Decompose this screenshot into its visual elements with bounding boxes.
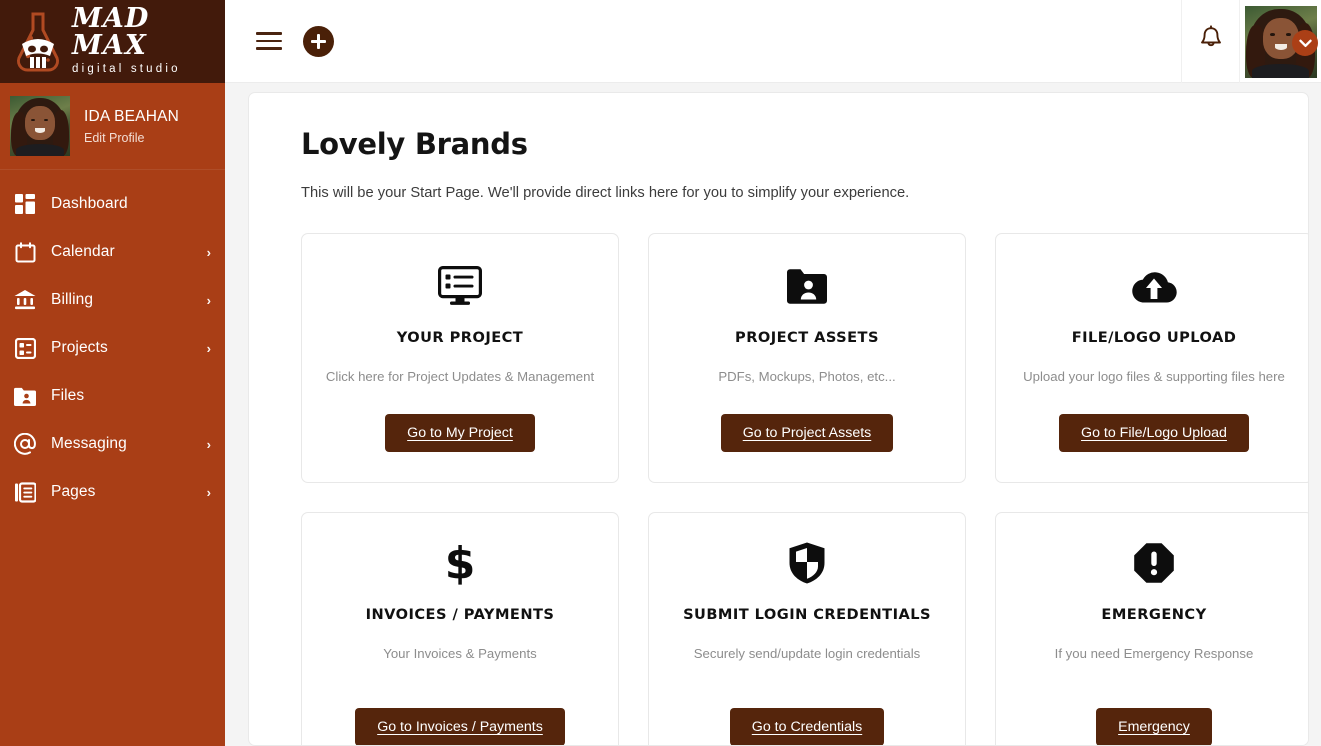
card-description: PDFs, Mockups, Photos, etc... bbox=[718, 369, 896, 384]
sidebar-item-messaging[interactable]: Messaging › bbox=[0, 420, 225, 468]
go-to-project-assets-button[interactable]: Go to Project Assets bbox=[720, 414, 894, 452]
main-region: Lovely Brands This will be your Start Pa… bbox=[225, 0, 1321, 746]
card-title: PROJECT ASSETS bbox=[735, 329, 879, 346]
card-description: Your Invoices & Payments bbox=[383, 646, 537, 661]
card-emergency[interactable]: EMERGENCY If you need Emergency Response… bbox=[995, 512, 1308, 745]
go-to-invoices-payments-button[interactable]: Go to Invoices / Payments bbox=[355, 708, 565, 745]
card-file-logo-upload[interactable]: FILE/LOGO UPLOAD Upload your logo files … bbox=[995, 233, 1308, 483]
card-description: If you need Emergency Response bbox=[1054, 646, 1254, 661]
brand-logo[interactable]: MAD MAX digital studio bbox=[0, 0, 225, 83]
profile-name: IDA BEAHAN bbox=[84, 107, 180, 125]
start-page-panel: Lovely Brands This will be your Start Pa… bbox=[248, 92, 1309, 746]
topbar-actions bbox=[1181, 0, 1321, 83]
sidebar-item-calendar[interactable]: Calendar › bbox=[0, 228, 225, 276]
sidebar-item-projects[interactable]: Projects › bbox=[0, 324, 225, 372]
flask-skull-logo-icon bbox=[10, 8, 66, 76]
page-title: Lovely Brands bbox=[301, 127, 528, 161]
page-subtitle: This will be your Start Page. We'll prov… bbox=[301, 185, 910, 201]
card-description: Click here for Project Updates & Managem… bbox=[325, 369, 595, 384]
plus-icon[interactable] bbox=[303, 25, 334, 57]
dollar-sign-icon: $ bbox=[445, 537, 475, 589]
bank-icon bbox=[13, 288, 37, 312]
chevron-right-icon: › bbox=[206, 484, 211, 500]
dashboard-grid-icon bbox=[13, 192, 37, 216]
logo-subtext: digital studio bbox=[72, 63, 181, 76]
at-sign-icon bbox=[13, 432, 37, 456]
sidebar-item-label: Files bbox=[51, 387, 85, 404]
folder-user-icon bbox=[787, 260, 827, 312]
notification-bell-icon bbox=[1198, 25, 1224, 58]
avatar bbox=[10, 96, 70, 156]
logo-text: MAD MAX bbox=[72, 3, 150, 62]
pages-icon bbox=[13, 480, 37, 504]
card-project-assets[interactable]: PROJECT ASSETS PDFs, Mockups, Photos, et… bbox=[648, 233, 966, 483]
chevron-right-icon: › bbox=[206, 340, 211, 356]
topbar bbox=[225, 0, 1321, 83]
go-to-file-logo-upload-button[interactable]: Go to File/Logo Upload bbox=[1059, 414, 1249, 452]
monitor-list-icon bbox=[438, 260, 482, 312]
card-invoices-payments[interactable]: $ INVOICES / PAYMENTS Your Invoices & Pa… bbox=[301, 512, 619, 745]
sidebar-item-label: Projects bbox=[51, 339, 108, 356]
sidebar-item-label: Calendar bbox=[51, 243, 115, 260]
shortcut-card-grid: YOUR PROJECT Click here for Project Upda… bbox=[301, 233, 1308, 745]
folder-user-icon bbox=[13, 384, 37, 408]
card-title: INVOICES / PAYMENTS bbox=[365, 606, 555, 623]
cloud-upload-icon bbox=[1130, 260, 1178, 312]
notifications-button[interactable] bbox=[1181, 0, 1239, 83]
card-submit-login-credentials[interactable]: SUBMIT LOGIN CREDENTIALS Securely send/u… bbox=[648, 512, 966, 745]
sidebar-nav: Dashboard Calendar › Billing › Projects … bbox=[0, 170, 225, 516]
svg-text:$: $ bbox=[445, 540, 475, 586]
sidebar-item-pages[interactable]: Pages › bbox=[0, 468, 225, 516]
card-title: FILE/LOGO UPLOAD bbox=[1071, 329, 1237, 346]
add-button[interactable] bbox=[282, 25, 334, 57]
shield-icon bbox=[788, 537, 826, 589]
sidebar-profile[interactable]: IDA BEAHAN Edit Profile bbox=[0, 83, 225, 170]
sidebar-item-files[interactable]: Files bbox=[0, 372, 225, 420]
projects-list-icon bbox=[13, 336, 37, 360]
chevron-right-icon: › bbox=[206, 244, 211, 260]
card-title: EMERGENCY bbox=[1101, 606, 1207, 623]
edit-profile-link[interactable]: Edit Profile bbox=[84, 131, 179, 145]
go-to-credentials-button[interactable]: Go to Credentials bbox=[729, 708, 885, 745]
app-root: MAD MAX digital studio IDA BEAHAN Edit P… bbox=[0, 0, 1321, 746]
card-title: YOUR PROJECT bbox=[396, 329, 524, 346]
emergency-button[interactable]: Emergency bbox=[1096, 708, 1212, 745]
sidebar-item-label: Messaging bbox=[51, 435, 127, 452]
sidebar-item-billing[interactable]: Billing › bbox=[0, 276, 225, 324]
chevron-right-icon: › bbox=[206, 436, 211, 452]
sidebar-item-label: Billing bbox=[51, 291, 94, 308]
card-description: Securely send/update login credentials bbox=[693, 646, 921, 661]
hamburger-menu-icon[interactable] bbox=[256, 31, 282, 51]
sidebar: MAD MAX digital studio IDA BEAHAN Edit P… bbox=[0, 0, 225, 746]
content-area: Lovely Brands This will be your Start Pa… bbox=[225, 83, 1321, 746]
card-your-project[interactable]: YOUR PROJECT Click here for Project Upda… bbox=[301, 233, 619, 483]
calendar-icon bbox=[13, 240, 37, 264]
sidebar-item-dashboard[interactable]: Dashboard bbox=[0, 180, 225, 228]
sidebar-item-label: Pages bbox=[51, 483, 96, 500]
alert-octagon-icon bbox=[1133, 537, 1175, 589]
user-menu[interactable] bbox=[1239, 0, 1321, 83]
card-title: SUBMIT LOGIN CREDENTIALS bbox=[683, 606, 931, 623]
card-description: Upload your logo files & supporting file… bbox=[1023, 369, 1285, 384]
sidebar-item-label: Dashboard bbox=[51, 195, 128, 212]
go-to-my-project-button[interactable]: Go to My Project bbox=[385, 414, 535, 452]
chevron-right-icon: › bbox=[206, 292, 211, 308]
chevron-down-icon[interactable] bbox=[1292, 30, 1318, 56]
